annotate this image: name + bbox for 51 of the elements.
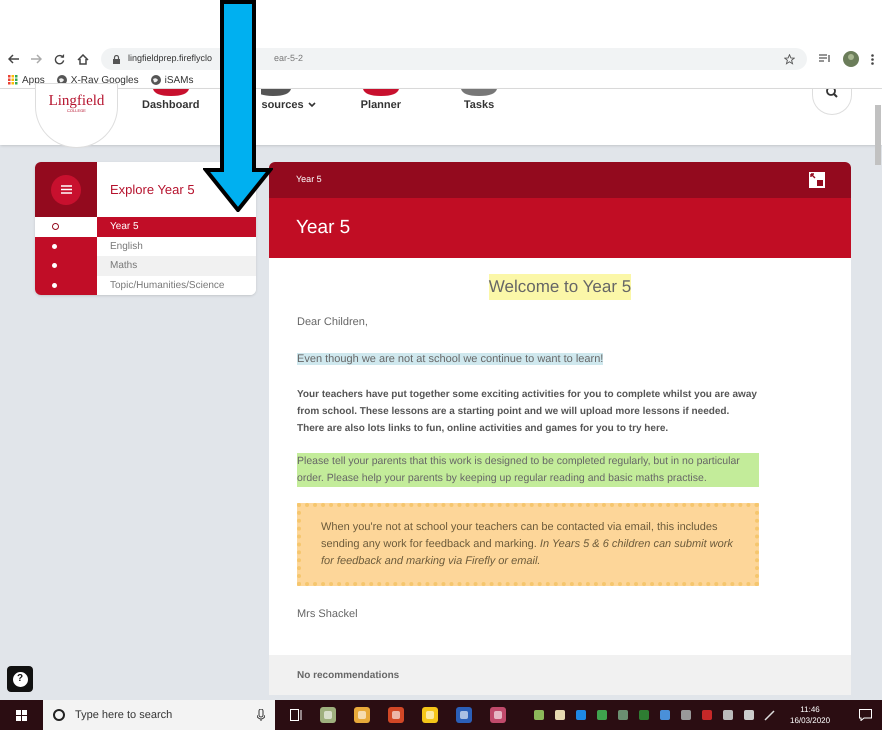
sidebar-title: Explore Year 5 — [110, 180, 195, 199]
expand-icon[interactable] — [809, 172, 825, 188]
search-icon — [53, 709, 65, 721]
nav-item[interactable]: Tasks — [461, 89, 498, 114]
highlighted-text: Please tell your parents that this work is designed to be completed regularly, but in no particular order. Please help your parents by keeping up regular reading and basic maths practise. — [297, 453, 759, 487]
reload-icon[interactable] — [54, 54, 65, 64]
search-button[interactable] — [812, 89, 852, 115]
bullet-icon — [52, 244, 57, 249]
bullet-icon — [52, 263, 57, 268]
back-icon[interactable] — [8, 54, 19, 64]
taskbar-search-field[interactable]: Type here to search — [43, 700, 275, 730]
menu-button[interactable] — [51, 174, 81, 204]
media-icon[interactable] — [819, 54, 831, 64]
globe-icon — [150, 75, 161, 85]
address-bar[interactable]: lingfieldprep.fireflyclo ear-5-2 — [101, 48, 807, 70]
scrollbar[interactable] — [875, 105, 881, 165]
logo-text: Lingfield — [48, 94, 104, 109]
help-button[interactable]: ? — [7, 666, 33, 692]
nav-item[interactable]: sources — [261, 89, 316, 114]
breadcrumb: Year 5 — [296, 173, 322, 186]
menu-icon — [60, 185, 72, 194]
menu-icon[interactable] — [871, 54, 874, 64]
url-text: lingfieldprep.fireflyclo — [128, 52, 212, 66]
bullet-icon — [52, 282, 57, 288]
apps-grid-icon — [8, 75, 18, 85]
microphone-icon — [257, 709, 265, 721]
star-icon[interactable] — [784, 54, 795, 64]
welcome-heading: Welcome to Year 5 — [488, 274, 632, 300]
bookmark-link[interactable]: iSAMs — [164, 72, 194, 88]
recommendations-text: No recommendations — [297, 668, 400, 682]
lock-icon — [113, 54, 120, 64]
windows-icon[interactable] — [16, 710, 27, 720]
highlighted-text: Even though we are not at school we continue to want to learn! — [297, 353, 604, 365]
page-title: Year 5 — [296, 216, 350, 240]
body-text: Dear Children, — [297, 314, 369, 330]
nav-item[interactable]: Dashboard — [142, 89, 200, 114]
task-view-icon[interactable] — [290, 709, 303, 721]
notification-icon[interactable] — [859, 709, 872, 721]
chevron-icon — [308, 102, 316, 108]
body-text: Mrs Shackel — [297, 607, 359, 622]
url-text: ear-5-2 — [274, 52, 304, 66]
avatar-icon[interactable] — [843, 51, 859, 67]
search-icon — [826, 89, 838, 99]
body-text: Your teachers have put together some exciting activities for you to complete whilst you are away from school. These lessons are a starting point and we will upload more lessons if needed. There are also lots links to fun, online activities and games for you to try here. — [297, 388, 758, 436]
callout-text: When you're not at school your teachers can be contacted via email, this includes sending any work for feedback and marking. In Years 5 & 6 children can submit work for feedback and marking via Firefly or email. — [321, 520, 734, 569]
clock-date: 16/03/2020 — [790, 715, 830, 726]
pen-icon[interactable] — [764, 709, 776, 721]
nav-item[interactable]: Planner — [360, 89, 402, 114]
home-icon[interactable] — [77, 54, 89, 64]
clock-time: 11:46 — [800, 704, 820, 715]
bullet-icon — [52, 223, 59, 230]
